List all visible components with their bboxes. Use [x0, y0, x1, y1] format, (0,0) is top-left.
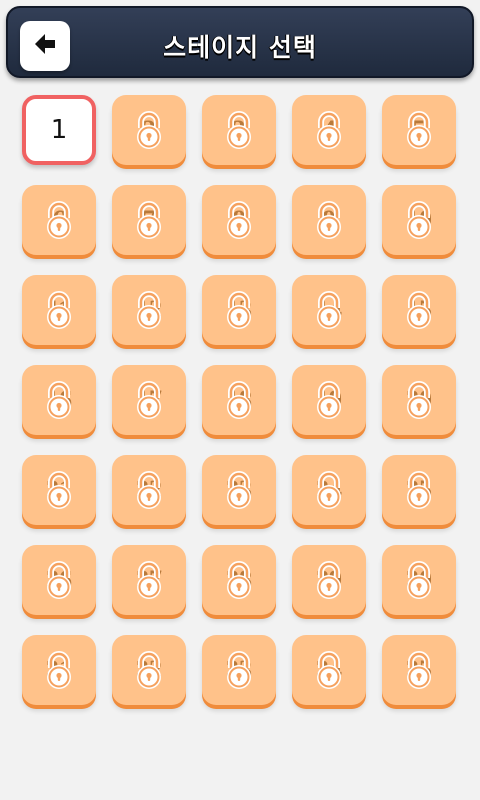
stage-grid: 1234567891011121314151617181920212223242…	[22, 95, 456, 705]
lock-icon	[402, 290, 436, 330]
stage-tile-31[interactable]: 31	[22, 635, 96, 705]
stage-tile-33[interactable]: 33	[202, 635, 276, 705]
stage-tile-15[interactable]: 15	[382, 275, 456, 345]
lock-icon	[42, 290, 76, 330]
stage-number: 1	[50, 115, 68, 145]
lock-icon	[312, 560, 346, 600]
lock-icon	[402, 470, 436, 510]
lock-icon	[132, 560, 166, 600]
stage-tile-19[interactable]: 19	[292, 365, 366, 435]
stage-tile-30[interactable]: 30	[382, 545, 456, 615]
stage-tile-14[interactable]: 14	[292, 275, 366, 345]
stage-tile-1[interactable]: 1	[22, 95, 96, 165]
stage-tile-16[interactable]: 16	[22, 365, 96, 435]
stage-tile-32[interactable]: 32	[112, 635, 186, 705]
lock-icon	[132, 290, 166, 330]
stage-tile-22[interactable]: 22	[112, 455, 186, 525]
stage-tile-28[interactable]: 28	[202, 545, 276, 615]
stage-tile-5[interactable]: 5	[382, 95, 456, 165]
lock-icon	[402, 650, 436, 690]
lock-icon	[222, 290, 256, 330]
header-bar: 스테이지 선택	[6, 6, 474, 78]
lock-icon	[402, 110, 436, 150]
stage-tile-6[interactable]: 6	[22, 185, 96, 255]
lock-icon	[132, 650, 166, 690]
lock-icon	[312, 200, 346, 240]
lock-icon	[222, 380, 256, 420]
lock-icon	[312, 110, 346, 150]
lock-icon	[132, 110, 166, 150]
lock-icon	[222, 650, 256, 690]
stage-tile-12[interactable]: 12	[112, 275, 186, 345]
lock-icon	[312, 650, 346, 690]
lock-icon	[42, 560, 76, 600]
stage-tile-29[interactable]: 29	[292, 545, 366, 615]
lock-icon	[312, 380, 346, 420]
stage-tile-21[interactable]: 21	[22, 455, 96, 525]
stage-tile-8[interactable]: 8	[202, 185, 276, 255]
stage-tile-7[interactable]: 7	[112, 185, 186, 255]
stage-tile-25[interactable]: 25	[382, 455, 456, 525]
stage-tile-17[interactable]: 17	[112, 365, 186, 435]
lock-icon	[312, 470, 346, 510]
stage-tile-3[interactable]: 3	[202, 95, 276, 165]
lock-icon	[222, 200, 256, 240]
page-title: 스테이지 선택	[163, 33, 317, 62]
lock-icon	[402, 200, 436, 240]
stage-tile-27[interactable]: 27	[112, 545, 186, 615]
lock-icon	[132, 470, 166, 510]
lock-icon	[222, 110, 256, 150]
lock-icon	[222, 560, 256, 600]
stage-tile-13[interactable]: 13	[202, 275, 276, 345]
lock-icon	[132, 380, 166, 420]
lock-icon	[42, 380, 76, 420]
lock-icon	[42, 650, 76, 690]
stage-tile-24[interactable]: 24	[292, 455, 366, 525]
lock-icon	[402, 380, 436, 420]
stage-tile-34[interactable]: 34	[292, 635, 366, 705]
lock-icon	[312, 290, 346, 330]
stage-tile-35[interactable]: 35	[382, 635, 456, 705]
stage-tile-20[interactable]: 20	[382, 365, 456, 435]
stage-tile-4[interactable]: 4	[292, 95, 366, 165]
stage-tile-10[interactable]: 10	[382, 185, 456, 255]
lock-icon	[222, 470, 256, 510]
stage-tile-2[interactable]: 2	[112, 95, 186, 165]
stage-tile-23[interactable]: 23	[202, 455, 276, 525]
stage-tile-18[interactable]: 18	[202, 365, 276, 435]
stage-tile-9[interactable]: 9	[292, 185, 366, 255]
stage-tile-26[interactable]: 26	[22, 545, 96, 615]
lock-icon	[42, 200, 76, 240]
lock-icon	[42, 470, 76, 510]
lock-icon	[402, 560, 436, 600]
stage-tile-11[interactable]: 11	[22, 275, 96, 345]
lock-icon	[132, 200, 166, 240]
